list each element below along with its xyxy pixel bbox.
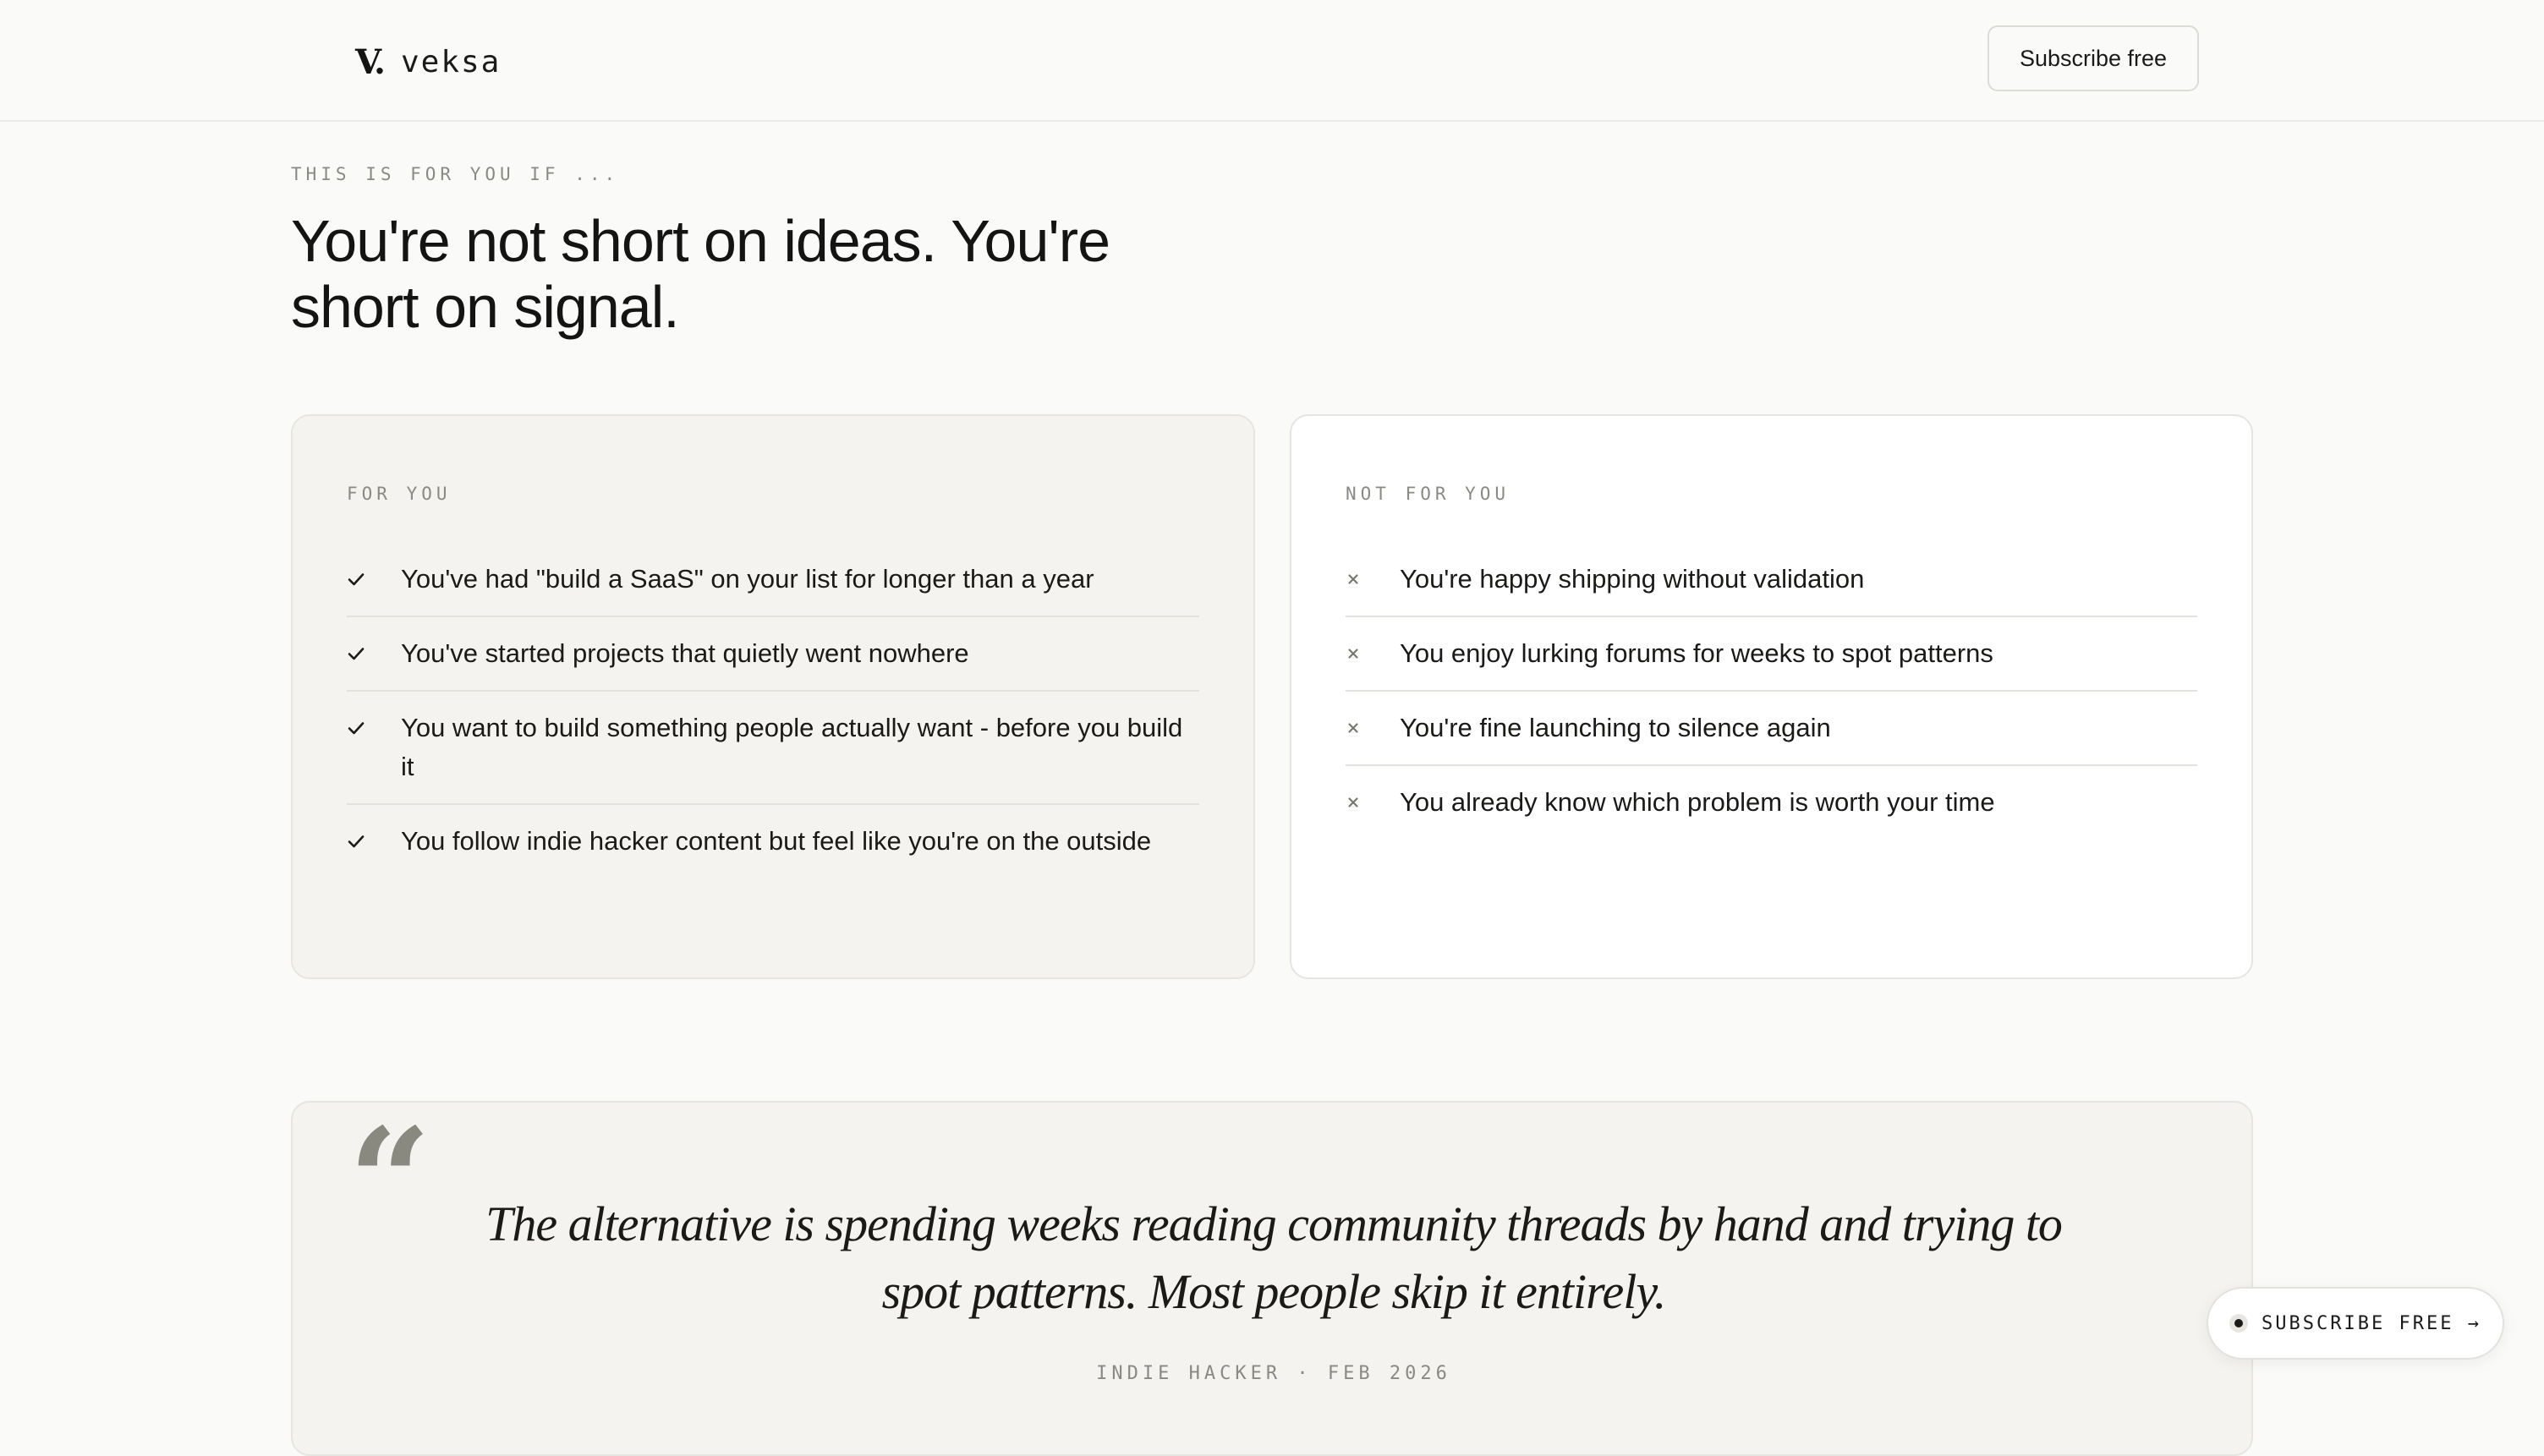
list-item-text: You've started projects that quietly wen… xyxy=(401,638,969,668)
list-item: You enjoy lurking forums for weeks to sp… xyxy=(1346,617,2197,692)
for-you-list: You've had "build a SaaS" on your list f… xyxy=(347,543,1199,878)
list-item: You're happy shipping without validation xyxy=(1346,543,2197,617)
testimonial-quote: The alternative is spending weeks readin… xyxy=(485,1196,2063,1319)
list-item-text: You follow indie hacker content but feel… xyxy=(401,826,1152,856)
list-item: You've had "build a SaaS" on your list f… xyxy=(347,543,1199,617)
list-item: You follow indie hacker content but feel… xyxy=(347,805,1199,878)
x-icon xyxy=(1346,709,1400,747)
testimonial-source: INDIE HACKER · FEB 2026 xyxy=(1096,1363,1451,1384)
check-icon xyxy=(347,822,401,861)
list-item-text: You already know which problem is worth … xyxy=(1400,787,1995,817)
check-icon xyxy=(347,634,401,673)
logo-name: veksa xyxy=(400,45,502,79)
list-item: You want to build something people actua… xyxy=(347,692,1199,805)
section-eyebrow: THIS IS FOR YOU IF ... xyxy=(291,164,620,184)
section-headline: You're not short on ideas. You're short … xyxy=(291,208,1110,340)
not-for-you-list: You're happy shipping without validation… xyxy=(1346,543,2197,839)
testimonial-card: “ The alternative is spending weeks read… xyxy=(291,1101,2253,1456)
floating-subscribe-label: SUBSCRIBE FREE → xyxy=(2262,1312,2481,1334)
for-you-card: FOR YOU You've had "build a SaaS" on you… xyxy=(291,414,1255,979)
x-icon xyxy=(1346,783,1400,822)
floating-subscribe-button[interactable]: SUBSCRIBE FREE → xyxy=(2207,1287,2504,1360)
not-for-you-label: NOT FOR YOU xyxy=(1346,484,1510,504)
list-item-text: You want to build something people actua… xyxy=(401,713,1183,781)
list-item-text: You enjoy lurking forums for weeks to sp… xyxy=(1400,638,1993,668)
site-header: V. veksa Subscribe free xyxy=(0,0,2544,122)
x-icon xyxy=(1346,634,1400,673)
check-icon xyxy=(347,560,401,599)
list-item: You already know which problem is worth … xyxy=(1346,766,2197,839)
logo[interactable]: V. veksa xyxy=(355,42,501,82)
for-you-label: FOR YOU xyxy=(347,484,452,504)
x-icon xyxy=(1346,560,1400,599)
list-item: You've started projects that quietly wen… xyxy=(347,617,1199,692)
list-item-text: You've had "build a SaaS" on your list f… xyxy=(401,564,1094,594)
subscribe-button[interactable]: Subscribe free xyxy=(1988,25,2199,91)
list-item: You're fine launching to silence again xyxy=(1346,692,2197,766)
check-icon xyxy=(347,709,401,747)
quote-icon: “ xyxy=(348,1097,431,1266)
list-item-text: You're happy shipping without validation xyxy=(1400,564,1865,594)
status-dot-icon xyxy=(2229,1314,2249,1333)
list-item-text: You're fine launching to silence again xyxy=(1400,713,1831,742)
not-for-you-card: NOT FOR YOU You're happy shipping withou… xyxy=(1290,414,2253,979)
logo-mark: V. xyxy=(355,42,386,82)
